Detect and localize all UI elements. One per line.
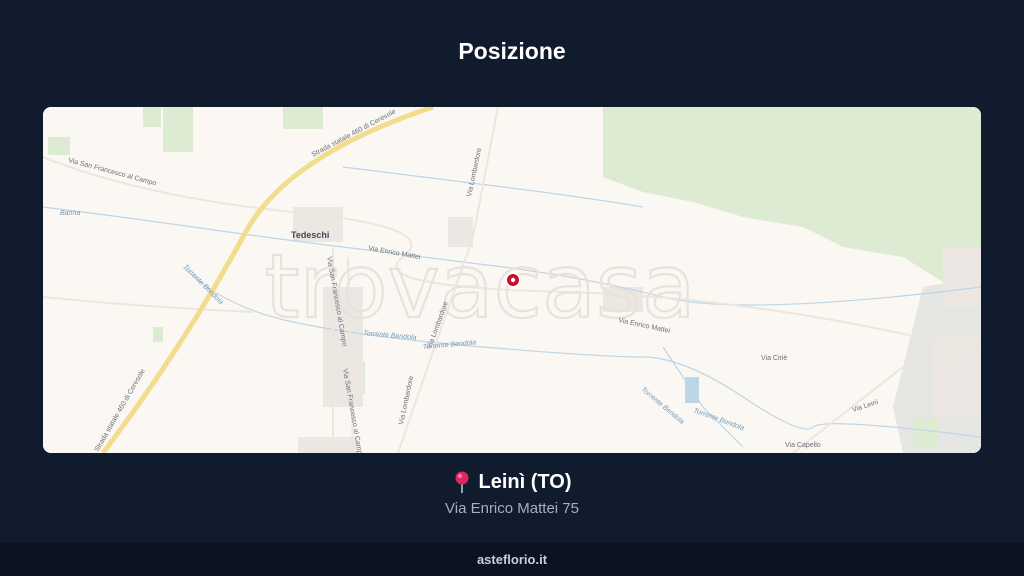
road-label: Via Capello (785, 442, 821, 449)
location-marker-icon[interactable] (505, 272, 521, 288)
footer: asteflorio.it (0, 543, 1024, 576)
location-row: Leinì (TO) (0, 470, 1024, 494)
road-label: Via Ciriè (761, 355, 787, 362)
map-lake (685, 377, 699, 403)
location-name: Leinì (TO) (478, 470, 572, 493)
round-pushpin-icon (453, 470, 471, 494)
page-title: Posizione (458, 38, 566, 64)
map-view[interactable]: trovacasa Strada statale 460 di Ceresole… (43, 107, 981, 453)
footer-brand: asteflorio.it (476, 552, 548, 567)
map-canvas[interactable]: trovacasa Strada statale 460 di Ceresole… (43, 107, 981, 453)
water-label: Banna (60, 210, 80, 217)
town-label: Tedeschi (291, 230, 329, 240)
location-address: Via Enrico Mattei 75 (445, 500, 579, 517)
